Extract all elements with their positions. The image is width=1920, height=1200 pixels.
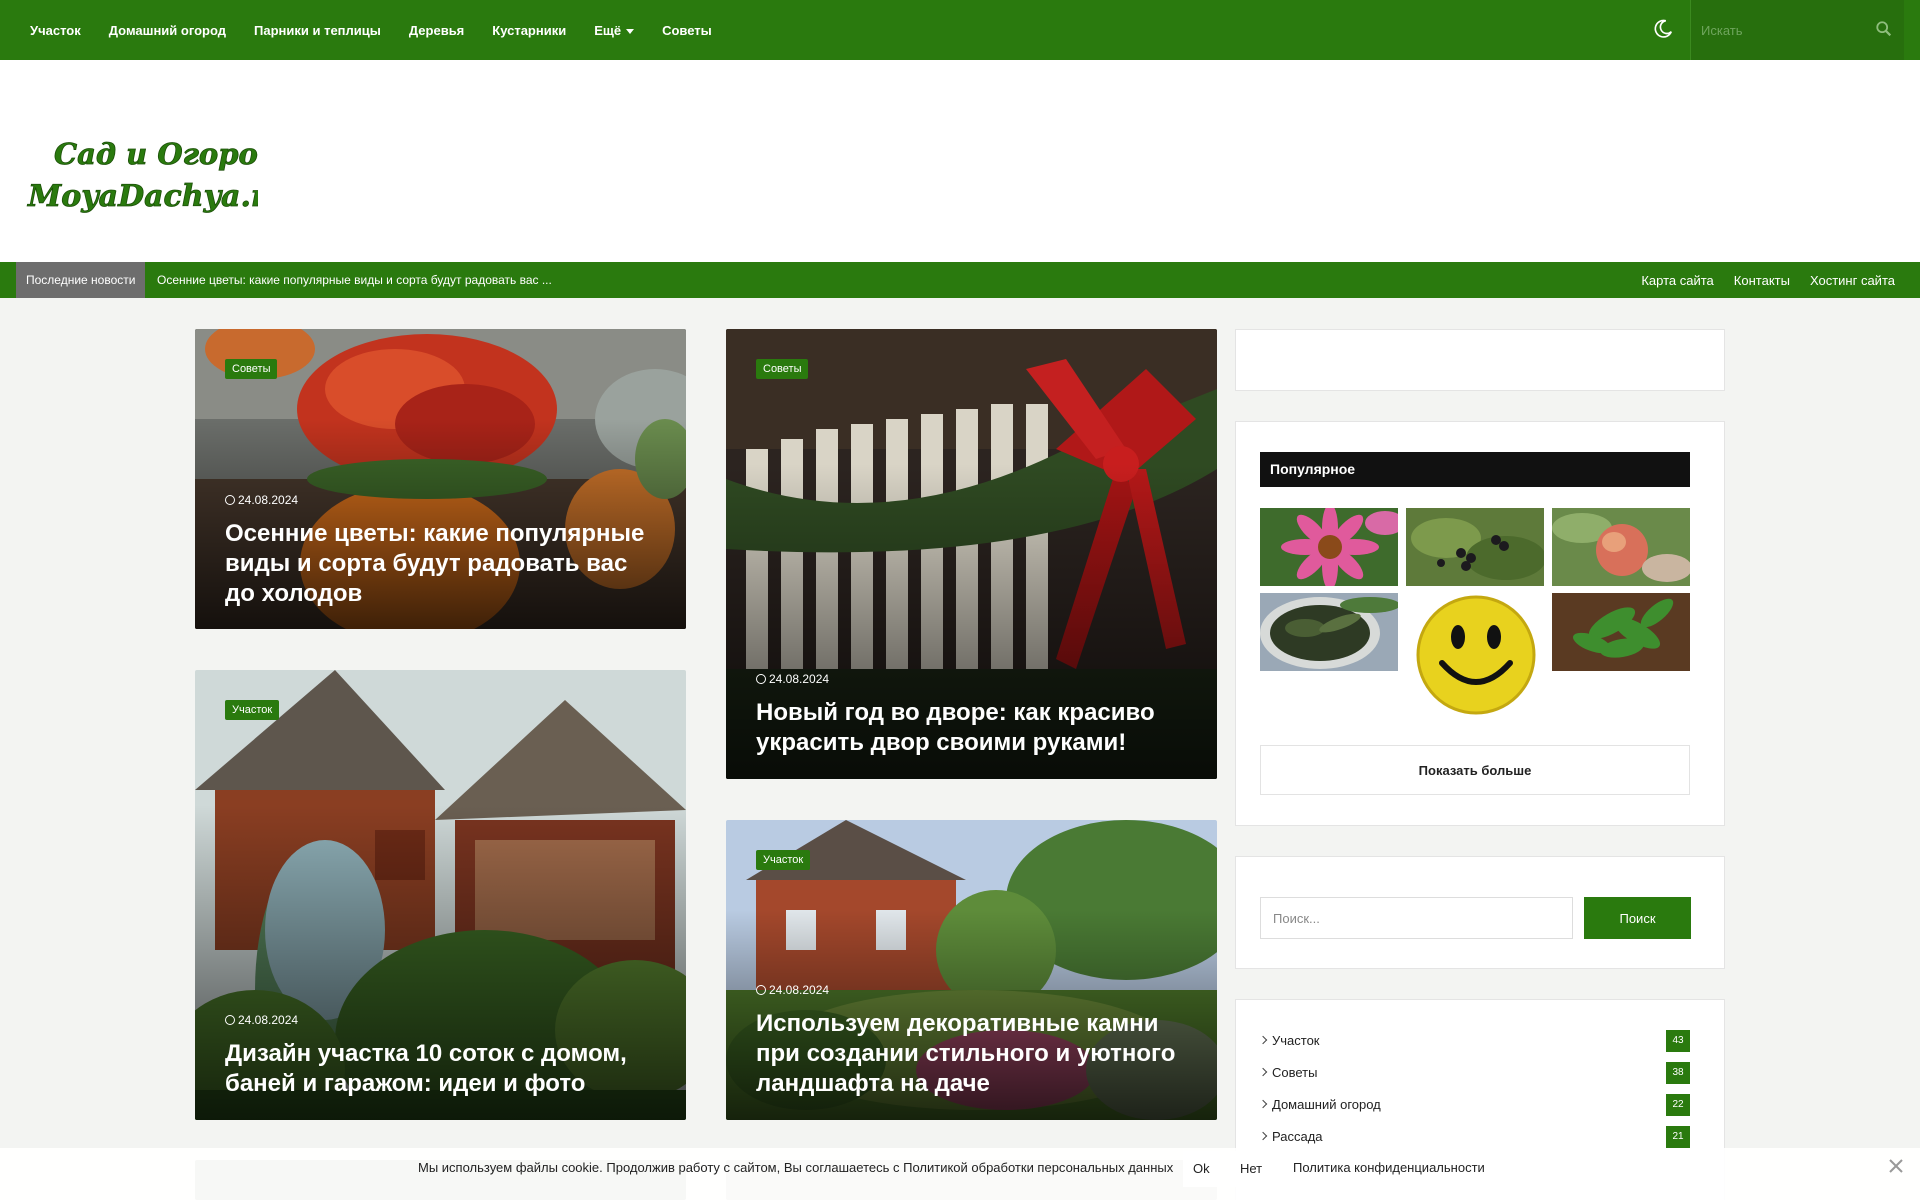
contacts-link[interactable]: Контакты bbox=[1734, 273, 1790, 288]
site-header: Сад и Огород MoyaDachya.ru bbox=[0, 60, 1920, 262]
popular-widget: Популярное Показать больше bbox=[1235, 421, 1725, 826]
post-title[interactable]: Новый год во дворе: как красиво украсить… bbox=[756, 698, 1187, 758]
category-badge[interactable]: Участок bbox=[225, 700, 280, 720]
close-icon[interactable] bbox=[1886, 1156, 1906, 1176]
header-search-input[interactable] bbox=[1701, 18, 1861, 42]
header-search bbox=[1690, 0, 1904, 60]
sidebar-empty-widget bbox=[1235, 329, 1725, 391]
ticker-label: Последние новости bbox=[16, 262, 146, 298]
post-date: 24.08.2024 bbox=[225, 1013, 298, 1027]
post-date-text: 24.08.2024 bbox=[769, 672, 830, 686]
sitemap-link[interactable]: Карта сайта bbox=[1641, 273, 1713, 288]
sidebar-search-input[interactable] bbox=[1260, 897, 1573, 939]
nav-item-kustarniki[interactable]: Кустарники bbox=[478, 23, 580, 38]
cookie-decline-button[interactable]: Нет bbox=[1230, 1151, 1273, 1187]
popular-thumb-echinacea[interactable] bbox=[1260, 508, 1398, 586]
post-card[interactable]: Участок 24.08.2024 Используем декоративн… bbox=[726, 820, 1217, 1120]
clock-icon bbox=[225, 1015, 235, 1025]
chevron-right-icon bbox=[1258, 1099, 1268, 1109]
nav-item-domashniy-ogorod[interactable]: Домашний огород bbox=[95, 23, 240, 38]
popular-thumb-leaves[interactable] bbox=[1552, 593, 1690, 671]
post-date-text: 24.08.2024 bbox=[238, 1013, 299, 1027]
caret-down-icon bbox=[626, 28, 635, 34]
search-icon[interactable] bbox=[1875, 20, 1893, 38]
nav-item-more-label: Ещё bbox=[594, 22, 622, 38]
news-ticker: Последние новости Осенние цветы: какие п… bbox=[0, 262, 1920, 298]
popular-thumb-smiley[interactable] bbox=[1414, 593, 1538, 717]
post-card[interactable]: Советы 24.08.2024 Новый год во дворе: ка… bbox=[726, 329, 1217, 779]
moon-icon[interactable] bbox=[1652, 18, 1674, 40]
post-date: 24.08.2024 bbox=[756, 672, 829, 686]
nav-item-parniki[interactable]: Парники и теплицы bbox=[240, 23, 395, 38]
ticker-links: Карта сайта Контакты Хостинг сайта bbox=[1621, 262, 1895, 298]
popular-thumb-peach[interactable] bbox=[1552, 508, 1690, 586]
nav-item-uchastok[interactable]: Участок bbox=[16, 23, 95, 38]
post-card[interactable]: Участок 24.08.2024 Дизайн участка 10 сот… bbox=[195, 670, 686, 1120]
popular-thumb-currant[interactable] bbox=[1406, 508, 1544, 586]
svg-text:MoyaDachya.ru: MoyaDachya.ru bbox=[27, 179, 258, 214]
category-item[interactable]: Домашний огород 22 bbox=[1258, 1094, 1690, 1118]
category-badge[interactable]: Советы bbox=[225, 359, 278, 379]
post-date-text: 24.08.2024 bbox=[769, 983, 830, 997]
sidebar-search-widget: Поиск bbox=[1235, 856, 1725, 969]
cookie-ok-button[interactable]: Ok bbox=[1183, 1151, 1220, 1187]
post-title[interactable]: Дизайн участка 10 соток с домом, баней и… bbox=[225, 1039, 656, 1099]
cookie-text: Мы используем файлы cookie. Продолжив ра… bbox=[418, 1160, 1174, 1175]
hosting-link[interactable]: Хостинг сайта bbox=[1810, 273, 1895, 288]
category-name: Рассада bbox=[1272, 1129, 1323, 1144]
clock-icon bbox=[756, 985, 766, 995]
category-count: 21 bbox=[1666, 1126, 1690, 1148]
category-count: 43 bbox=[1666, 1030, 1690, 1052]
post-card[interactable]: Советы 24.08.2024 Осенние цветы: какие п… bbox=[195, 329, 686, 629]
popular-widget-title: Популярное bbox=[1260, 452, 1690, 487]
popular-thumb-tea[interactable] bbox=[1260, 593, 1398, 671]
svg-text:Сад и Огород: Сад и Огород bbox=[54, 137, 258, 171]
cookie-consent-bar: Мы используем файлы cookie. Продолжив ра… bbox=[0, 1148, 1920, 1200]
post-date: 24.08.2024 bbox=[225, 493, 298, 507]
nav-item-derevya[interactable]: Деревья bbox=[395, 23, 478, 38]
category-name: Домашний огород bbox=[1272, 1097, 1381, 1112]
post-date: 24.08.2024 bbox=[756, 983, 829, 997]
main-menu: Участок Домашний огород Парники и теплиц… bbox=[16, 0, 726, 60]
nav-item-sovety[interactable]: Советы bbox=[648, 23, 726, 38]
clock-icon bbox=[756, 674, 766, 684]
post-title[interactable]: Используем декоративные камни при создан… bbox=[756, 1009, 1187, 1099]
category-item[interactable]: Участок 43 bbox=[1258, 1030, 1690, 1054]
ticker-headline-link[interactable]: Осенние цветы: какие популярные виды и с… bbox=[157, 262, 552, 298]
category-badge[interactable]: Советы bbox=[756, 359, 809, 379]
category-name: Участок bbox=[1272, 1033, 1320, 1048]
clock-icon bbox=[225, 495, 235, 505]
category-badge[interactable]: Участок bbox=[756, 850, 811, 870]
post-date-text: 24.08.2024 bbox=[238, 493, 299, 507]
show-more-button[interactable]: Показать больше bbox=[1260, 745, 1690, 795]
chevron-right-icon bbox=[1258, 1131, 1268, 1141]
category-count: 22 bbox=[1666, 1094, 1690, 1116]
site-logo[interactable]: Сад и Огород MoyaDachya.ru bbox=[26, 130, 258, 220]
privacy-policy-link[interactable]: Политика конфиденциальности bbox=[1293, 1160, 1485, 1175]
post-title[interactable]: Осенние цветы: какие популярные виды и с… bbox=[225, 519, 656, 609]
category-item[interactable]: Рассада 21 bbox=[1258, 1126, 1690, 1150]
chevron-right-icon bbox=[1258, 1035, 1268, 1045]
nav-item-more[interactable]: Ещё bbox=[580, 23, 648, 38]
chevron-right-icon bbox=[1258, 1067, 1268, 1077]
top-navigation: Участок Домашний огород Парники и теплиц… bbox=[0, 0, 1920, 60]
category-item[interactable]: Советы 38 bbox=[1258, 1062, 1690, 1086]
category-count: 38 bbox=[1666, 1062, 1690, 1084]
sidebar-search-button[interactable]: Поиск bbox=[1584, 897, 1691, 939]
category-name: Советы bbox=[1272, 1065, 1318, 1080]
